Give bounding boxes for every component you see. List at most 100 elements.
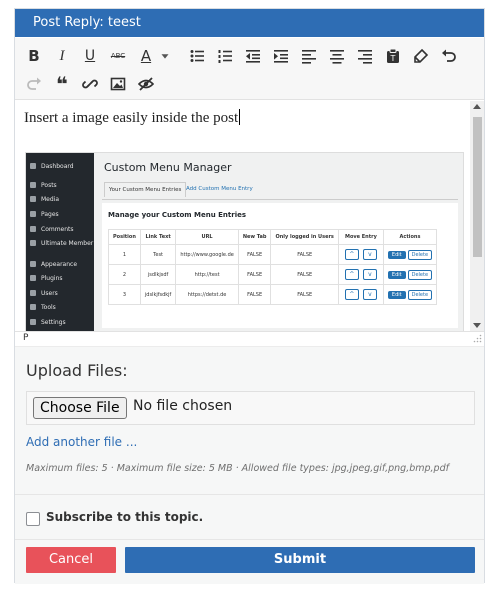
scroll-thumb[interactable] [473, 117, 482, 257]
strikethrough-icon: ABC [110, 52, 126, 60]
align-right-icon [358, 50, 372, 64]
table-cell: FALSE [237, 284, 272, 305]
wp-menu-item: Comments [30, 226, 74, 239]
wp-tabs: Your Custom Menu Entries Add Custom Menu… [102, 179, 458, 200]
move-down-icon: v [362, 269, 377, 280]
wp-menu-item: Dashboard [30, 163, 74, 176]
color-dropdown-button[interactable] [158, 44, 172, 68]
table-cell: FALSE [237, 264, 272, 285]
scroll-down-icon[interactable] [473, 323, 481, 328]
actions-cell: Edit Delete [382, 264, 438, 285]
table-row: 3 jdslkjfsdkjf https://detst.de FALSE FA… [108, 284, 438, 305]
form-actions: Cancel Submit [15, 539, 484, 584]
table-cell: FALSE [270, 264, 339, 285]
align-right-button[interactable] [353, 44, 377, 68]
indent-button[interactable] [269, 44, 293, 68]
wp-menu-item: Posts [30, 182, 57, 195]
align-center-button[interactable] [325, 44, 349, 68]
no-file-label: No file chosen [133, 398, 233, 414]
table-cell: FALSE [270, 284, 339, 305]
paste-text-button[interactable]: T [381, 44, 405, 68]
align-left-button[interactable] [297, 44, 321, 68]
bold-button[interactable]: B [22, 44, 46, 68]
text-caret [239, 109, 241, 125]
upload-title: Upload Files: [26, 361, 128, 380]
wp-page-title: Custom Menu Manager [104, 161, 232, 174]
underline-button[interactable]: U [78, 44, 102, 68]
embedded-image[interactable]: Dashboard Posts Media Pages Comments Ult… [25, 152, 464, 331]
align-center-icon [330, 50, 344, 64]
image-button[interactable] [106, 72, 130, 96]
wp-admin-sidebar: Dashboard Posts Media Pages Comments Ult… [26, 153, 94, 331]
move-cell: ^ v [337, 264, 384, 285]
wp-menu-item: Pages [30, 211, 59, 224]
move-cell: ^ v [337, 244, 384, 265]
table-cell: 1 [108, 244, 141, 265]
table-cell: 2 [108, 264, 141, 285]
image-icon [110, 77, 126, 91]
subscribe-label[interactable]: Subscribe to this topic. [46, 510, 203, 524]
wp-menu-item: Ultimate Member [30, 240, 93, 253]
delete-button: Delete [407, 249, 433, 260]
add-another-file-link[interactable]: Add another file ... [26, 435, 137, 449]
table-cell: https://detst.de [175, 284, 239, 305]
undo-icon [442, 49, 456, 62]
wp-card-title: Manage your Custom Menu Entries [108, 211, 247, 219]
text-color-icon: A [140, 47, 152, 65]
column-header: Move Entry [337, 229, 384, 245]
delete-button: Delete [407, 269, 433, 280]
cancel-button[interactable]: Cancel [26, 547, 116, 573]
clear-formatting-button[interactable] [409, 44, 433, 68]
redo-icon [27, 77, 41, 90]
blockquote-button[interactable]: ❝ [50, 72, 74, 96]
hide-preview-icon [138, 77, 154, 91]
wp-menu-item: Users [30, 290, 58, 303]
numbered-list-icon [218, 50, 232, 63]
blockquote-icon: ❝ [56, 72, 68, 96]
file-input: Choose File No file chosen [26, 391, 475, 425]
editor-text: Insert a image easily inside the post [24, 109, 241, 126]
submit-button[interactable]: Submit [125, 547, 475, 573]
outdent-icon [246, 50, 260, 63]
table-cell: jdslkjfsdkjf [139, 284, 177, 305]
wp-tab-entries: Your Custom Menu Entries [104, 182, 187, 197]
move-up-icon: ^ [344, 269, 359, 280]
hide-preview-button[interactable] [134, 72, 158, 96]
actions-cell: Edit Delete [382, 284, 438, 305]
move-down-icon: v [362, 249, 377, 260]
form-header: Post Reply: teest [15, 9, 484, 37]
italic-button[interactable]: I [50, 44, 74, 68]
numbered-list-button[interactable] [213, 44, 237, 68]
upload-limits: Maximum files: 5 · Maximum file size: 5 … [26, 463, 449, 474]
wp-menu-item: Plugins [30, 275, 63, 288]
choose-file-button[interactable]: Choose File [33, 397, 127, 419]
column-header: Actions [382, 229, 438, 245]
delete-button: Delete [407, 289, 433, 300]
link-button[interactable] [78, 72, 102, 96]
undo-button[interactable] [437, 44, 461, 68]
redo-button[interactable] [22, 72, 46, 96]
table-row: 1 Test http://www.google.de FALSE FALSE … [108, 244, 438, 265]
column-header: URL [175, 229, 239, 245]
paste-text-icon: T [387, 48, 399, 63]
underline-icon: U [84, 48, 96, 64]
table-cell: http://www.google.de [175, 244, 239, 265]
resize-handle-icon[interactable] [473, 334, 482, 343]
scroll-up-icon[interactable] [473, 104, 481, 109]
editor-content[interactable]: Insert a image easily inside the post Da… [15, 101, 484, 331]
bullet-list-button[interactable] [185, 44, 209, 68]
align-left-icon [302, 50, 316, 64]
move-up-icon: ^ [344, 289, 359, 300]
column-header: New Tab [237, 229, 272, 245]
reply-form: Post Reply: teest B I U ABC A T ❝ Insert… [14, 8, 485, 584]
table-cell: FALSE [270, 244, 339, 265]
outdent-button[interactable] [241, 44, 265, 68]
form-title: Post Reply: teest [33, 15, 141, 30]
text-color-button[interactable]: A [134, 44, 158, 68]
editor-scrollbar[interactable] [470, 101, 484, 331]
wp-menu-item: Appearance [30, 261, 77, 274]
wp-menu-item: Settings [30, 319, 66, 331]
clear-formatting-icon [414, 48, 429, 63]
subscribe-checkbox[interactable] [26, 512, 40, 526]
strikethrough-button[interactable]: ABC [106, 44, 130, 68]
